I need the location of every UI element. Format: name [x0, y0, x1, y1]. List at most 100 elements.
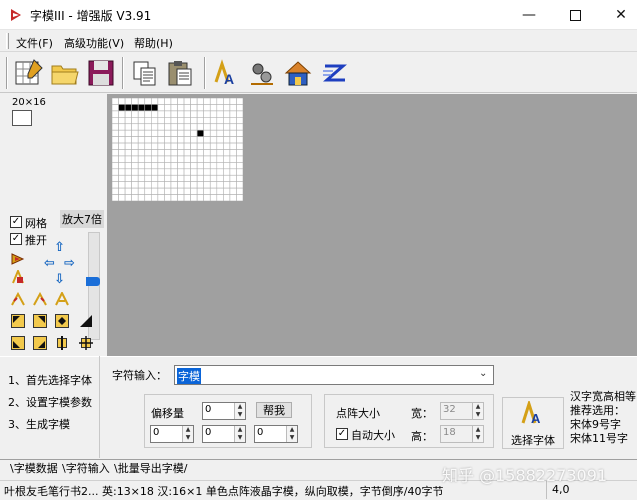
- font-a-tool-icon[interactable]: [55, 290, 69, 306]
- pixel-off[interactable]: [137, 123, 146, 131]
- pixel-off[interactable]: [170, 174, 178, 182]
- pixel-off[interactable]: [183, 142, 191, 150]
- pixel-off[interactable]: [183, 168, 191, 176]
- pixel-off[interactable]: [144, 174, 152, 182]
- pixel-off[interactable]: [216, 136, 224, 144]
- pixel-off[interactable]: [203, 110, 211, 118]
- open-folder-icon[interactable]: [48, 56, 82, 90]
- pixel-off[interactable]: [150, 168, 159, 176]
- pixel-off[interactable]: [150, 129, 159, 137]
- pixel-off[interactable]: [223, 174, 231, 182]
- pixel-off[interactable]: [183, 129, 191, 137]
- align-bottomright-icon[interactable]: [79, 314, 93, 328]
- font-select-icon[interactable]: A: [210, 56, 244, 90]
- pixel-off[interactable]: [177, 187, 185, 195]
- pixel-off[interactable]: [118, 162, 126, 170]
- pixel-off[interactable]: [190, 162, 198, 170]
- pixel-off[interactable]: [177, 110, 185, 118]
- pixel-off[interactable]: [190, 149, 198, 157]
- pixel-grid[interactable]: [112, 98, 243, 201]
- pixel-off[interactable]: [144, 110, 152, 118]
- pixel-off[interactable]: [150, 136, 159, 144]
- pixel-off[interactable]: [112, 104, 119, 112]
- pixel-off[interactable]: [229, 110, 237, 118]
- center-vertical-icon[interactable]: [55, 336, 69, 350]
- tab-font-data[interactable]: \字模数据: [10, 460, 58, 476]
- pixel-off[interactable]: [112, 123, 119, 131]
- pixel-off[interactable]: [112, 110, 119, 118]
- pixel-off[interactable]: [164, 174, 172, 182]
- pixel-off[interactable]: [131, 181, 139, 189]
- pixel-off[interactable]: [137, 117, 146, 125]
- pixel-off[interactable]: [236, 162, 243, 170]
- pixel-off[interactable]: [144, 187, 152, 195]
- pixel-off[interactable]: [209, 187, 218, 195]
- pixel-off[interactable]: [164, 98, 172, 105]
- pixel-off[interactable]: [157, 187, 165, 195]
- pixel-off[interactable]: [144, 194, 152, 201]
- pixel-off[interactable]: [164, 123, 172, 131]
- pixel-off[interactable]: [137, 162, 146, 170]
- pixel-off[interactable]: [150, 142, 159, 150]
- pixel-off[interactable]: [223, 194, 231, 201]
- pixel-off[interactable]: [209, 168, 218, 176]
- grid-checkbox[interactable]: ✓: [10, 216, 22, 228]
- pixel-off[interactable]: [164, 155, 172, 163]
- pixel-off[interactable]: [236, 155, 243, 163]
- chevron-down-icon[interactable]: ⌄: [479, 368, 487, 379]
- pixel-off[interactable]: [183, 155, 191, 163]
- pixel-off[interactable]: [209, 123, 218, 131]
- pixel-off[interactable]: [131, 110, 139, 118]
- pixel-off[interactable]: [196, 162, 205, 170]
- pixel-off[interactable]: [216, 181, 224, 189]
- pixel-off[interactable]: [223, 117, 231, 125]
- tab-batch-export[interactable]: \批量导出字模/: [114, 460, 187, 476]
- pixel-off[interactable]: [170, 155, 178, 163]
- pixel-off[interactable]: [177, 136, 185, 144]
- pixel-off[interactable]: [131, 98, 139, 105]
- pixel-off[interactable]: [157, 123, 165, 131]
- pixel-off[interactable]: [229, 104, 237, 112]
- pixel-off[interactable]: [223, 98, 231, 105]
- pixel-off[interactable]: [124, 98, 132, 105]
- pixel-off[interactable]: [137, 187, 146, 195]
- pixel-off[interactable]: [118, 98, 126, 105]
- export-z-icon[interactable]: [317, 56, 351, 90]
- pixel-off[interactable]: [236, 104, 243, 112]
- pixel-off[interactable]: [236, 110, 243, 118]
- pixel-off[interactable]: [223, 136, 231, 144]
- pixel-off[interactable]: [131, 162, 139, 170]
- pixel-off[interactable]: [157, 162, 165, 170]
- pixel-off[interactable]: [203, 181, 211, 189]
- pixel-off[interactable]: [209, 162, 218, 170]
- pixel-on[interactable]: [196, 129, 205, 137]
- pixel-off[interactable]: [223, 123, 231, 131]
- pixel-off[interactable]: [131, 129, 139, 137]
- pixel-off[interactable]: [170, 129, 178, 137]
- pixel-off[interactable]: [196, 149, 205, 157]
- char-input-field[interactable]: [174, 365, 494, 385]
- pixel-off[interactable]: [137, 168, 146, 176]
- pixel-off[interactable]: [137, 98, 146, 105]
- pixel-off[interactable]: [229, 149, 237, 157]
- pixel-off[interactable]: [157, 194, 165, 201]
- pixel-off[interactable]: [170, 98, 178, 105]
- pixel-off[interactable]: [131, 123, 139, 131]
- pixel-off[interactable]: [144, 142, 152, 150]
- pixel-off[interactable]: [144, 123, 152, 131]
- pixel-off[interactable]: [118, 123, 126, 131]
- pixel-off[interactable]: [223, 162, 231, 170]
- menu-advanced[interactable]: 高级功能(V): [64, 35, 124, 51]
- minimize-icon[interactable]: —: [506, 0, 552, 30]
- pixel-off[interactable]: [190, 136, 198, 144]
- pixel-off[interactable]: [157, 110, 165, 118]
- pixel-off[interactable]: [177, 162, 185, 170]
- pixel-off[interactable]: [216, 155, 224, 163]
- rotate-tool-icon[interactable]: [11, 252, 25, 266]
- pixel-off[interactable]: [150, 181, 159, 189]
- pixel-off[interactable]: [170, 104, 178, 112]
- pixel-off[interactable]: [150, 187, 159, 195]
- pixel-off[interactable]: [144, 129, 152, 137]
- pixel-off[interactable]: [190, 155, 198, 163]
- offset-top-spinner[interactable]: 0 ▲ ▼: [202, 402, 246, 420]
